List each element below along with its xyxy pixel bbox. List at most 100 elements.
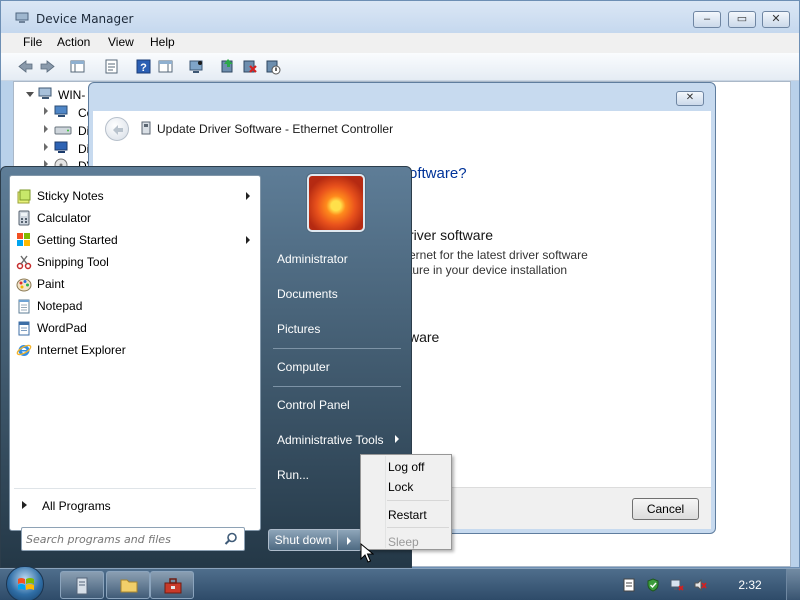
search-automatically-option-title[interactable]: river software xyxy=(409,227,493,243)
windows-logo-icon xyxy=(18,578,34,590)
submenu-arrow-icon xyxy=(246,236,250,244)
maximize-button[interactable]: ▭ xyxy=(728,11,756,28)
help-icon[interactable]: ? xyxy=(135,58,152,75)
toolbox-icon xyxy=(164,578,182,594)
submenu-arrow-icon xyxy=(395,435,399,443)
separator xyxy=(273,386,401,387)
toolbar: ? xyxy=(1,53,799,81)
back-arrow-icon[interactable] xyxy=(17,58,34,75)
network-icon[interactable] xyxy=(670,578,684,592)
program-item-snipping-tool[interactable]: Snipping Tool xyxy=(14,251,258,273)
start-menu: Sticky Notes Calculator Getting Started … xyxy=(0,166,412,568)
start-link-administrator[interactable]: Administrator xyxy=(267,246,401,272)
start-link-control-panel[interactable]: Control Panel xyxy=(267,392,401,418)
program-item-wordpad[interactable]: WordPad xyxy=(14,317,258,339)
volume-muted-icon[interactable] xyxy=(694,578,708,592)
program-item-calculator[interactable]: Calculator xyxy=(14,207,258,229)
tree-root-label: WIN- xyxy=(58,88,86,102)
start-link-administrative-tools[interactable]: Administrative Tools xyxy=(267,427,401,453)
programs-pane: Sticky Notes Calculator Getting Started … xyxy=(9,175,261,531)
search-input[interactable] xyxy=(26,530,222,548)
clock[interactable]: 2:32 xyxy=(730,578,770,592)
back-arrow-icon xyxy=(113,125,123,135)
dialog-title: Update Driver Software - Ethernet Contro… xyxy=(157,122,394,136)
menu-help[interactable]: Help xyxy=(150,35,175,49)
taskbar-button-server-manager[interactable] xyxy=(60,571,104,599)
computer-icon xyxy=(38,87,52,99)
internet-explorer-icon xyxy=(16,344,32,356)
menu-file[interactable]: File xyxy=(23,35,42,49)
disable-device-icon[interactable] xyxy=(264,58,281,75)
separator xyxy=(273,348,401,349)
computer-category-icon xyxy=(54,105,68,117)
calculator-icon xyxy=(18,210,30,226)
action-center-icon[interactable] xyxy=(622,578,636,592)
show-hide-action-pane-icon[interactable] xyxy=(157,58,174,75)
mouse-cursor-icon xyxy=(360,543,374,563)
menu-view[interactable]: View xyxy=(108,35,134,49)
getting-started-icon xyxy=(17,233,30,246)
shut-down-options-button[interactable] xyxy=(338,529,362,551)
uninstall-device-icon[interactable] xyxy=(241,58,258,75)
security-shield-icon[interactable] xyxy=(646,578,660,592)
properties-icon[interactable] xyxy=(103,58,120,75)
start-button[interactable] xyxy=(6,566,44,600)
back-button[interactable] xyxy=(105,117,129,141)
search-icon[interactable] xyxy=(224,532,238,546)
browse-computer-option-title[interactable]: ware xyxy=(409,329,439,345)
menu-item-log-off[interactable]: Log off xyxy=(387,457,449,475)
separator xyxy=(14,488,256,489)
start-link-documents[interactable]: Documents xyxy=(267,281,401,307)
search-automatically-option-desc-2: ture in your device installation xyxy=(409,263,568,277)
show-desktop-button[interactable] xyxy=(786,569,800,600)
show-hide-console-tree-icon[interactable] xyxy=(69,58,86,75)
shut-down-button[interactable]: Shut down xyxy=(268,529,338,551)
shut-down-submenu: Log off Lock Restart Sleep xyxy=(360,454,452,550)
close-button[interactable]: ✕ xyxy=(762,11,790,28)
device-manager-icon xyxy=(15,12,29,23)
taskbar-button-explorer[interactable] xyxy=(106,571,150,599)
play-arrow-icon xyxy=(22,501,27,509)
wordpad-icon xyxy=(18,321,30,336)
minimize-button[interactable]: – xyxy=(693,11,721,28)
dialog-question: oftware? xyxy=(409,165,467,182)
device-manager-titlebar[interactable]: Device Manager – ▭ ✕ xyxy=(1,1,799,33)
menu-action[interactable]: Action xyxy=(57,35,90,49)
folder-icon xyxy=(120,579,138,593)
menu-item-lock[interactable]: Lock xyxy=(387,477,449,495)
program-item-notepad[interactable]: Notepad xyxy=(14,295,258,317)
window-title: Device Manager xyxy=(36,12,134,26)
notepad-icon xyxy=(18,299,30,314)
user-avatar[interactable] xyxy=(307,174,365,232)
taskbar: 2:32 xyxy=(0,566,800,600)
menu-item-sleep: Sleep xyxy=(388,535,419,549)
start-link-pictures[interactable]: Pictures xyxy=(267,316,401,342)
svg-text:?: ? xyxy=(140,62,147,74)
arrow-right-icon xyxy=(347,537,351,545)
display-adapter-icon xyxy=(54,141,68,153)
separator xyxy=(387,500,449,501)
snipping-tool-icon xyxy=(16,255,32,270)
dialog-close-button[interactable]: ✕ xyxy=(676,91,704,106)
program-item-internet-explorer[interactable]: Internet Explorer xyxy=(14,339,258,361)
program-item-sticky-notes[interactable]: Sticky Notes xyxy=(14,185,258,207)
forward-arrow-icon[interactable] xyxy=(39,58,56,75)
cancel-button[interactable]: Cancel xyxy=(632,498,699,520)
separator xyxy=(387,527,449,528)
menu-gutter xyxy=(385,456,386,548)
program-item-getting-started[interactable]: Getting Started xyxy=(14,229,258,251)
menu-item-restart[interactable]: Restart xyxy=(387,505,449,523)
ethernet-controller-icon xyxy=(141,121,151,135)
update-driver-icon[interactable] xyxy=(219,58,236,75)
menubar: File Action View Help xyxy=(1,33,799,53)
search-automatically-option-desc-1: ernet for the latest driver software xyxy=(409,248,588,262)
disk-drive-icon xyxy=(54,126,72,135)
paint-icon xyxy=(16,278,32,292)
search-box[interactable] xyxy=(21,527,245,551)
program-item-paint[interactable]: Paint xyxy=(14,273,258,295)
start-link-computer[interactable]: Computer xyxy=(267,354,401,380)
submenu-arrow-icon xyxy=(246,192,250,200)
scan-hardware-icon[interactable] xyxy=(188,58,205,75)
all-programs-button[interactable]: All Programs xyxy=(18,494,254,516)
taskbar-button-device-manager[interactable] xyxy=(150,571,194,599)
